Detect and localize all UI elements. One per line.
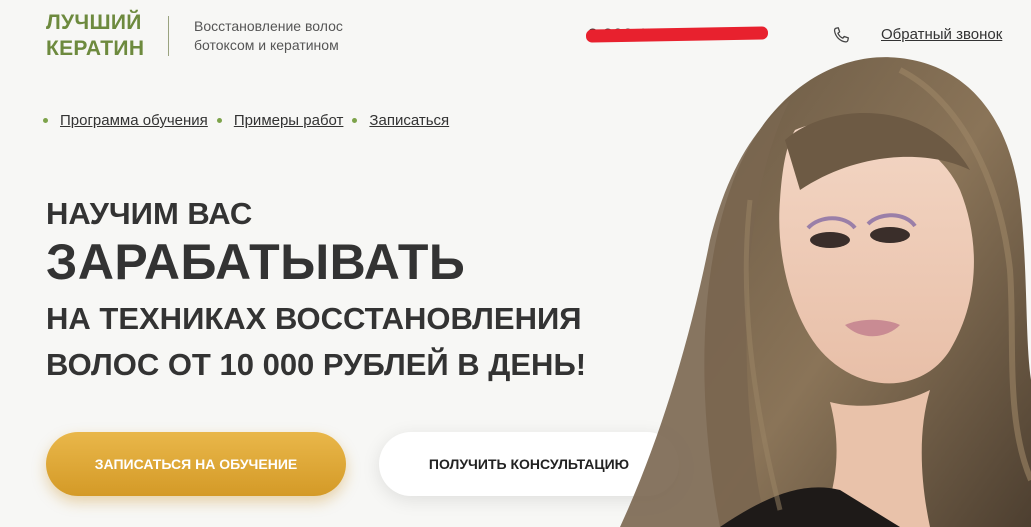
hero-line-3: НА ТЕХНИКАХ ВОССТАНОВЛЕНИЯ (46, 301, 582, 336)
logo[interactable]: ЛУЧШИЙ КЕРАТИН (46, 10, 144, 62)
nav-link-signup[interactable]: Записаться (369, 112, 449, 129)
bullet-dot-icon (43, 118, 48, 123)
nav-item-signup[interactable]: Записаться (352, 112, 449, 129)
main-nav: Программа обучения Примеры работ Записат… (43, 112, 458, 129)
nav-link-examples[interactable]: Примеры работ (234, 112, 344, 129)
model-photo (620, 57, 1031, 527)
logo-line2: КЕРАТИН (46, 37, 145, 60)
hero-line-4: ВОЛОС ОТ 10 000 РУБЛЕЙ В ДЕНЬ! (46, 347, 587, 382)
nav-link-program[interactable]: Программа обучения (60, 112, 208, 129)
bullet-dot-icon (352, 118, 358, 123)
tagline: Восстановление волос ботоксом и кератино… (194, 17, 394, 55)
enroll-button[interactable]: ЗАПИСАТЬСЯ НА ОБУЧЕНИЕ (46, 432, 346, 496)
nav-item-examples[interactable]: Примеры работ (216, 112, 344, 129)
hero-line-1: НАУЧИМ ВАС (46, 196, 253, 231)
tagline-line2: ботоксом и кератином (194, 37, 339, 53)
logo-line1: ЛУЧШИЙ (46, 11, 142, 34)
nav-item-program[interactable]: Программа обучения (43, 112, 208, 129)
header-divider (168, 16, 169, 56)
hero-line-2: ЗАРАБАТЫВАТЬ (46, 234, 466, 290)
tagline-line1: Восстановление волос (194, 18, 343, 34)
bullet-dot-icon (216, 118, 222, 123)
